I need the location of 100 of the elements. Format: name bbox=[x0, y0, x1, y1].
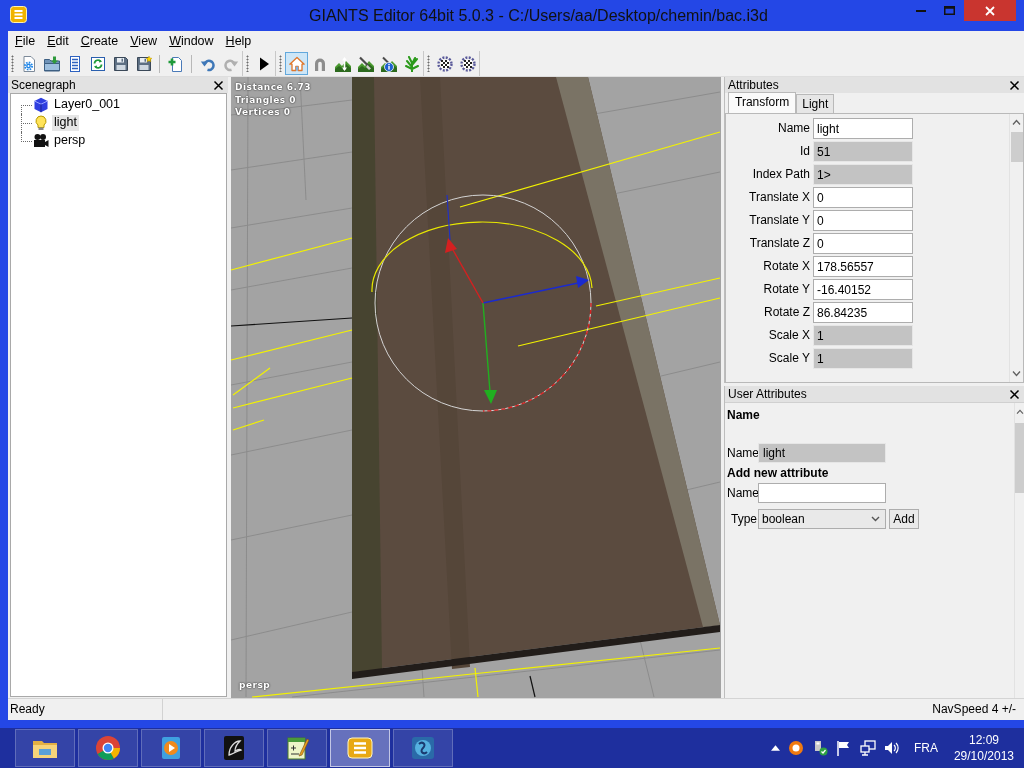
field-label: Rotate Y bbox=[762, 282, 811, 297]
taskbar-button[interactable] bbox=[204, 729, 264, 767]
clock-time[interactable]: 12:09 bbox=[953, 732, 1014, 748]
grip-icon[interactable] bbox=[427, 55, 430, 72]
taskbar-button[interactable] bbox=[78, 729, 138, 767]
field-label: Translate Y bbox=[748, 213, 811, 228]
plant-icon bbox=[403, 55, 420, 72]
attribute-field[interactable]: 0 bbox=[813, 187, 913, 208]
attribute-field[interactable]: -16.40152 bbox=[813, 279, 913, 300]
viewport-stat: Distance 6.73 bbox=[235, 81, 311, 94]
house-icon bbox=[288, 55, 305, 72]
menu-item[interactable]: File bbox=[9, 31, 42, 51]
scrollbar[interactable] bbox=[1014, 403, 1024, 698]
camera-label: persp bbox=[239, 679, 271, 691]
taskbar-button[interactable] bbox=[393, 729, 453, 767]
menu-item[interactable]: Help bbox=[219, 31, 258, 51]
axis-line bbox=[529, 675, 536, 698]
light-bulb-icon bbox=[33, 115, 49, 131]
refresh-icon bbox=[89, 55, 106, 72]
grip-icon[interactable] bbox=[279, 55, 282, 72]
taskbar-button[interactable] bbox=[15, 729, 75, 767]
scroll-down-icon[interactable] bbox=[1012, 371, 1021, 377]
attribute-field[interactable]: 1 bbox=[813, 348, 913, 369]
app-logo-icon bbox=[10, 6, 27, 23]
speaker-icon[interactable] bbox=[883, 740, 900, 756]
panel-title: Scenegraph bbox=[11, 77, 76, 93]
scroll-up-icon[interactable] bbox=[1012, 119, 1021, 126]
axis-arrow[interactable] bbox=[482, 302, 497, 404]
attribute-field[interactable]: 51 bbox=[813, 141, 913, 162]
attribute-field[interactable]: 1 bbox=[813, 325, 913, 346]
page-plus-icon bbox=[167, 55, 184, 72]
attribute-field[interactable]: 0 bbox=[813, 210, 913, 231]
menu-item[interactable]: View bbox=[124, 31, 164, 51]
scrollbar-thumb[interactable] bbox=[1015, 423, 1024, 493]
name-field[interactable]: light bbox=[758, 443, 886, 463]
scroll-up-icon[interactable] bbox=[1015, 409, 1024, 415]
scrollbar[interactable] bbox=[1009, 114, 1023, 382]
terrain-info-icon bbox=[380, 55, 397, 72]
rotation-ring[interactable] bbox=[482, 302, 592, 412]
network-icon[interactable] bbox=[859, 740, 876, 756]
menu-item[interactable]: Create bbox=[74, 31, 125, 51]
field-label: Name bbox=[777, 121, 811, 136]
grip-icon[interactable] bbox=[246, 55, 249, 72]
attribute-field[interactable]: 0 bbox=[813, 233, 913, 254]
chevron-up-icon[interactable] bbox=[770, 745, 780, 751]
caret-icon bbox=[871, 516, 880, 522]
terrain-arrows-icon bbox=[334, 55, 351, 72]
page-gear-icon bbox=[20, 55, 37, 72]
type-dropdown[interactable]: boolean bbox=[758, 509, 886, 529]
tab[interactable]: Light bbox=[796, 94, 835, 113]
menu-item[interactable]: Edit bbox=[41, 31, 75, 51]
field-label: Type bbox=[730, 511, 758, 527]
scrollbar-thumb[interactable] bbox=[1010, 132, 1023, 162]
close-button[interactable] bbox=[964, 0, 1016, 21]
attribute-field[interactable]: 178.56557 bbox=[813, 256, 913, 277]
minimize-icon bbox=[915, 9, 926, 12]
axis-line bbox=[446, 194, 451, 241]
round-logo-icon bbox=[94, 734, 122, 762]
close-icon[interactable] bbox=[1009, 388, 1020, 400]
taskbar-button[interactable] bbox=[267, 729, 327, 767]
guide-line bbox=[232, 419, 265, 431]
round-tile-icon bbox=[409, 734, 437, 762]
terrain-brush-icon bbox=[357, 55, 374, 72]
clock-date[interactable]: 29/10/2013 bbox=[953, 748, 1014, 764]
language-indicator[interactable]: FRA bbox=[913, 740, 938, 756]
field-label: Scale Y bbox=[767, 351, 811, 366]
tree-item[interactable]: light bbox=[52, 115, 79, 131]
attribute-field[interactable]: 1> bbox=[813, 164, 913, 185]
name-input-field[interactable] bbox=[758, 483, 886, 503]
grip-icon[interactable] bbox=[11, 55, 14, 72]
attribute-field[interactable]: 86.84235 bbox=[813, 302, 913, 323]
section-heading: Name bbox=[727, 406, 761, 424]
field-label: Name bbox=[727, 445, 758, 461]
add-button[interactable]: Add bbox=[889, 509, 919, 529]
ring-logo-icon[interactable] bbox=[787, 740, 804, 756]
viewport-stat: Vertices 0 bbox=[235, 106, 292, 119]
tree-item[interactable]: Layer0_001 bbox=[52, 97, 123, 113]
viewport-stat: Triangles 0 bbox=[235, 93, 298, 106]
field-label: Rotate X bbox=[762, 259, 811, 274]
camera-icon bbox=[33, 133, 49, 149]
tab[interactable]: Transform bbox=[728, 92, 797, 113]
field-label: Translate X bbox=[748, 190, 811, 205]
flag-icon[interactable] bbox=[835, 740, 852, 756]
menu-item[interactable]: Window bbox=[163, 31, 220, 51]
close-icon bbox=[985, 5, 995, 16]
tree-item[interactable]: persp bbox=[52, 133, 88, 149]
field-label: Id bbox=[799, 144, 811, 159]
field-label: Index Path bbox=[751, 167, 811, 182]
panel-title: Attributes bbox=[728, 77, 779, 93]
field-label: Rotate Z bbox=[762, 305, 811, 320]
checkered-gear-icon bbox=[436, 55, 453, 72]
close-icon[interactable] bbox=[213, 79, 224, 91]
panel-title: User Attributes bbox=[728, 386, 807, 402]
status-text: Ready bbox=[10, 702, 45, 717]
folder-arrow-icon bbox=[43, 55, 60, 72]
close-icon[interactable] bbox=[1009, 79, 1020, 91]
attribute-field[interactable]: light bbox=[813, 118, 913, 139]
maximize-icon bbox=[944, 6, 955, 15]
taskbar-button[interactable] bbox=[330, 729, 390, 767]
window-title: GIANTS Editor 64bit 5.0.3 - C:/Users/aa/Desktop/chemin/bac.i3d bbox=[308, 6, 768, 26]
